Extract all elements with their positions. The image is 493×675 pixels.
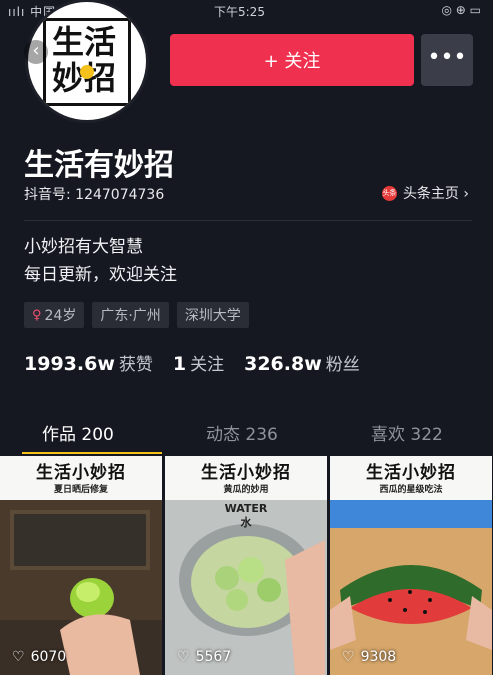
tag-age-label: 24岁 bbox=[44, 308, 77, 324]
back-arrow-icon[interactable]: ‹ bbox=[24, 40, 48, 64]
thumb-title: 生活小妙招 bbox=[366, 463, 456, 483]
followers-count[interactable]: 326.8w bbox=[244, 353, 322, 375]
toutiao-link[interactable]: 头条 头条主页 › bbox=[381, 183, 469, 203]
bio-line-2: 每日更新，欢迎关注 bbox=[24, 265, 177, 285]
thumb-likes: ♡ 9308 bbox=[342, 649, 396, 665]
content-tabs: 作品 200 动态 236 喜欢 322 bbox=[0, 410, 493, 456]
divider bbox=[24, 220, 472, 221]
bio: 小妙招有大智慧 每日更新，欢迎关注 bbox=[24, 233, 177, 289]
heart-icon: ♡ bbox=[12, 649, 25, 665]
thumb-header: 生活小妙招 黄瓜的妙用 bbox=[165, 456, 327, 500]
tab-indicator bbox=[22, 452, 162, 454]
thumb-subtitle: 夏日晒后修复 bbox=[53, 485, 108, 495]
thumb-title: 生活小妙招 bbox=[201, 463, 291, 483]
thumb-title: 生活小妙招 bbox=[36, 463, 126, 483]
avatar[interactable]: 生活 妙招 bbox=[28, 2, 146, 120]
thumb-subtitle: 黄瓜的妙用 bbox=[223, 485, 269, 495]
following-count[interactable]: 1 bbox=[173, 353, 186, 375]
thumb-overlay-water-cn: 水 bbox=[240, 516, 252, 529]
video-thumbnail-1[interactable]: 生活小妙招 夏日晒后修复 ♡ 6070 bbox=[0, 456, 162, 675]
likes-label: 获赞 bbox=[118, 355, 153, 375]
tab-liked[interactable]: 喜欢 322 bbox=[371, 420, 443, 445]
tag-location: 广东·广州 bbox=[92, 302, 169, 328]
likes-count-3: 9308 bbox=[360, 649, 397, 665]
avatar-dot-icon bbox=[80, 65, 94, 79]
thumb-likes: ♡ 5567 bbox=[177, 649, 231, 665]
tag-location-label: 广东·广州 bbox=[100, 308, 161, 324]
thumb-likes: ♡ 6070 bbox=[12, 649, 66, 665]
tag-school-label: 深圳大学 bbox=[184, 308, 241, 324]
tag-school: 深圳大学 bbox=[176, 302, 249, 328]
stats-row: 1993.6w 获赞 1 关注 326.8w 粉丝 bbox=[24, 350, 380, 375]
gender-icon: ♀ bbox=[32, 307, 42, 323]
heart-icon: ♡ bbox=[342, 649, 355, 665]
likes-count-1: 6070 bbox=[30, 649, 67, 665]
more-dots-icon: ••• bbox=[427, 45, 467, 70]
thumb-header: 生活小妙招 夏日晒后修复 bbox=[0, 456, 162, 500]
video-thumbnail-3[interactable]: 生活小妙招 西瓜的星级吃法 ♡ 9308 bbox=[330, 456, 492, 675]
more-button[interactable]: ••• bbox=[421, 34, 473, 86]
toutiao-icon: 头条 bbox=[381, 185, 397, 201]
thumb-subtitle: 西瓜的星级吃法 bbox=[379, 485, 443, 495]
likes-count-2: 5567 bbox=[195, 649, 232, 665]
avatar-text-1: 生活 bbox=[52, 23, 117, 61]
toutiao-label: 头条主页 › bbox=[402, 186, 469, 202]
video-thumbnail-2[interactable]: 生活小妙招 黄瓜的妙用 WATER 水 ♡ 5567 bbox=[165, 456, 327, 675]
avatar-logo: 生活 妙招 bbox=[43, 18, 131, 106]
tag-age: ♀ 24岁 bbox=[24, 302, 85, 328]
heart-icon: ♡ bbox=[177, 649, 190, 665]
followers-label[interactable]: 粉丝 bbox=[326, 350, 360, 375]
thumb-header: 生活小妙招 西瓜的星级吃法 bbox=[330, 456, 492, 500]
status-time: 下午5:25 bbox=[214, 5, 265, 19]
likes-count: 1993.6w bbox=[24, 353, 115, 375]
bio-line-1: 小妙招有大智慧 bbox=[24, 237, 143, 257]
tab-works[interactable]: 作品 200 bbox=[42, 420, 114, 445]
video-grid: 生活小妙招 夏日晒后修复 ♡ 6070 生活小妙招 黄瓜的妙用 WATER 水 … bbox=[0, 456, 493, 675]
tab-activity[interactable]: 动态 236 bbox=[206, 420, 278, 445]
profile-tags: ♀ 24岁 广东·广州 深圳大学 bbox=[24, 302, 249, 328]
follow-label: + 关注 bbox=[263, 51, 321, 72]
status-icons: ◎ ⊕ ▭ bbox=[441, 3, 482, 17]
profile-name: 生活有妙招 bbox=[24, 148, 174, 183]
douyin-id: 抖音号: 1247074736 bbox=[24, 187, 165, 203]
follow-button[interactable]: + 关注 bbox=[170, 34, 414, 86]
following-label[interactable]: 关注 bbox=[190, 350, 224, 375]
